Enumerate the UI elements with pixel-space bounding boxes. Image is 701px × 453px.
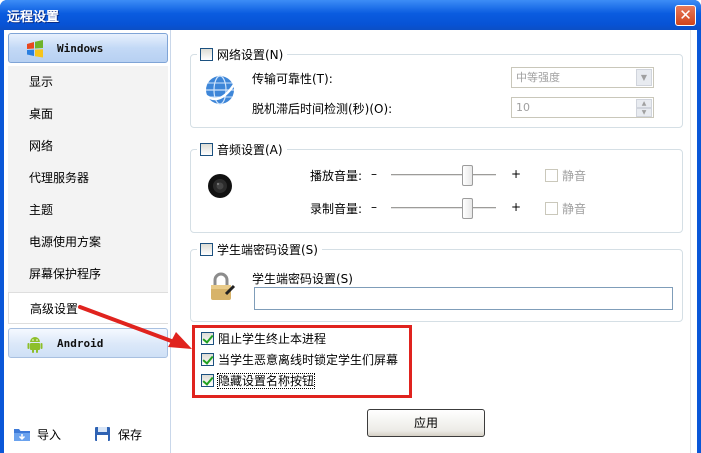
close-icon: ✕: [679, 6, 692, 24]
save-label: 保存: [118, 428, 143, 442]
reliability-select[interactable]: 中等强度 ▼: [511, 67, 654, 88]
folder-import-icon: [14, 429, 30, 441]
student-password-legend-label: 学生端密码设置(S): [217, 243, 318, 257]
sidebar-item-proxy[interactable]: 代理服务器: [8, 162, 168, 194]
window-title: 远程设置: [7, 10, 60, 25]
title-bar[interactable]: 远程设置 ✕: [0, 0, 701, 30]
play-mute-option[interactable]: 静音: [545, 167, 586, 184]
student-password-group: 学生端密码设置(S) 学生端密码设置(S): [190, 241, 683, 322]
student-password-input[interactable]: [254, 287, 673, 310]
audio-settings-group: 音频设置(A) 播放音量: – + 静音 录制音量: – + 静音: [190, 141, 683, 233]
android-icon: [27, 337, 43, 353]
sidebar-list: 显示 桌面 网络 代理服务器 主题 电源使用方案 屏幕保护程序 高级设置: [8, 66, 168, 324]
option-hide-settings-label: 隐藏设置名称按钮: [216, 373, 316, 389]
spin-up-icon[interactable]: ▲: [636, 99, 652, 108]
windows-header-label: Windows: [57, 42, 104, 55]
timeout-value: 10: [516, 101, 530, 114]
network-settings-group: 网络设置(N) 传输可靠性(T): 中等强度 ▼ 脱机滞后时间检测(秒)(O):…: [190, 46, 683, 128]
network-settings-checkbox[interactable]: [200, 48, 213, 61]
play-mute-label: 静音: [562, 169, 587, 183]
import-button[interactable]: 导入: [13, 425, 73, 445]
network-settings-legend[interactable]: 网络设置(N): [197, 46, 288, 64]
option-lock-screens-label: 当学生恶意离线时锁定学生们屏幕: [218, 353, 399, 367]
chevron-down-icon[interactable]: ▼: [636, 69, 652, 86]
option-lock-screens[interactable]: 当学生恶意离线时锁定学生们屏幕: [201, 351, 398, 369]
sidebar-item-network[interactable]: 网络: [8, 130, 168, 162]
record-mute-label: 静音: [562, 202, 587, 216]
option-hide-settings-button[interactable]: 隐藏设置名称按钮: [201, 372, 316, 390]
record-mute-checkbox[interactable]: [545, 202, 558, 215]
record-volume-track[interactable]: [391, 207, 496, 210]
remote-settings-window: 远程设置 ✕ Windows 显示 桌面 网络 代理服务器 主题 电源使用方案 …: [0, 0, 701, 453]
play-minus: –: [371, 167, 377, 181]
sidebar: Windows 显示 桌面 网络 代理服务器 主题 电源使用方案 屏幕保护程序 …: [4, 30, 171, 453]
network-settings-label: 网络设置(N): [217, 48, 284, 62]
play-mute-checkbox[interactable]: [545, 169, 558, 182]
play-plus: +: [511, 167, 522, 181]
option-hide-settings-checkbox[interactable]: [201, 374, 214, 387]
save-button[interactable]: 保存: [94, 425, 154, 445]
student-password-field-label: 学生端密码设置(S): [252, 272, 353, 286]
windows-logo-icon: [27, 40, 43, 58]
import-label: 导入: [37, 428, 62, 442]
audio-settings-legend[interactable]: 音频设置(A): [197, 141, 287, 159]
option-lock-screens-checkbox[interactable]: [201, 353, 214, 366]
sidebar-item-power-plan[interactable]: 电源使用方案: [8, 226, 168, 258]
sidebar-item-screensaver[interactable]: 屏幕保护程序: [8, 258, 168, 290]
record-volume-thumb[interactable]: [461, 198, 473, 219]
sidebar-footer: 导入 保存: [4, 415, 171, 453]
audio-settings-label: 音频设置(A): [217, 143, 283, 157]
speaker-icon: [208, 174, 232, 198]
play-volume-track[interactable]: [391, 174, 496, 177]
reliability-value: 中等强度: [516, 71, 560, 84]
sidebar-item-theme[interactable]: 主题: [8, 194, 168, 226]
client-area: Windows 显示 桌面 网络 代理服务器 主题 电源使用方案 屏幕保护程序 …: [4, 30, 697, 453]
padlock-icon: [211, 272, 236, 300]
timeout-label: 脱机滞后时间检测(秒)(O):: [252, 102, 393, 116]
student-password-legend[interactable]: 学生端密码设置(S): [197, 241, 322, 259]
option-prevent-terminate[interactable]: 阻止学生终止本进程: [201, 330, 326, 348]
record-minus: –: [371, 200, 377, 214]
sidebar-item-desktop[interactable]: 桌面: [8, 98, 168, 130]
close-button[interactable]: ✕: [675, 5, 696, 26]
floppy-save-icon: [95, 427, 110, 441]
record-volume-label: 录制音量:: [310, 202, 363, 216]
play-volume-thumb[interactable]: [461, 165, 473, 186]
student-password-checkbox[interactable]: [200, 243, 213, 256]
audio-settings-checkbox[interactable]: [200, 143, 213, 156]
option-prevent-terminate-checkbox[interactable]: [201, 332, 214, 345]
record-plus: +: [511, 200, 522, 214]
apply-button[interactable]: 应用: [367, 409, 485, 437]
spin-down-icon[interactable]: ▼: [636, 108, 652, 117]
annotation-arrow-icon: [78, 305, 192, 349]
reliability-label: 传输可靠性(T):: [252, 72, 333, 86]
record-mute-option[interactable]: 静音: [545, 200, 586, 217]
option-prevent-terminate-label: 阻止学生终止本进程: [218, 332, 327, 346]
timeout-spinner[interactable]: 10 ▲ ▼: [511, 97, 654, 118]
sidebar-header-windows[interactable]: Windows: [8, 33, 168, 63]
vertical-scrollbar[interactable]: [690, 30, 697, 453]
network-globe-icon: [204, 75, 237, 105]
sidebar-item-display[interactable]: 显示: [8, 66, 168, 98]
play-volume-label: 播放音量:: [310, 169, 363, 183]
